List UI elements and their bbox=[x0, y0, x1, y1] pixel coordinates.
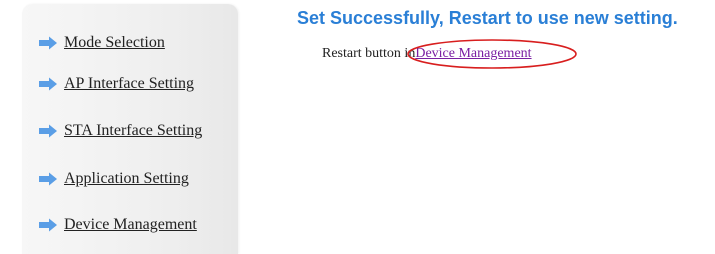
arrow-right-icon bbox=[39, 172, 57, 186]
arrow-right-icon bbox=[39, 218, 57, 232]
annotation-highlight-ellipse bbox=[407, 39, 577, 69]
sidebar-item-sta-interface-setting[interactable]: STA Interface Setting bbox=[38, 122, 202, 140]
sidebar-menu: Mode Selection AP Interface Setting STA … bbox=[22, 4, 238, 254]
arrow-right-icon bbox=[39, 124, 57, 138]
page-title: Set Successfully, Restart to use new set… bbox=[297, 8, 678, 28]
sidebar-item-label: Mode Selection bbox=[64, 34, 165, 51]
sidebar-item-label: Device Management bbox=[64, 216, 197, 233]
sidebar-item-ap-interface-setting[interactable]: AP Interface Setting bbox=[38, 75, 194, 93]
sidebar-item-label: Application Setting bbox=[64, 170, 189, 187]
sidebar-item-device-management[interactable]: Device Management bbox=[38, 216, 197, 234]
arrow-right-icon bbox=[39, 77, 57, 91]
restart-instruction-text: Restart button in bbox=[322, 46, 416, 61]
sidebar-item-label: STA Interface Setting bbox=[64, 122, 203, 139]
sidebar-item-label: AP Interface Setting bbox=[64, 75, 195, 92]
sidebar-item-application-setting[interactable]: Application Setting bbox=[38, 170, 189, 188]
arrow-right-icon bbox=[39, 36, 57, 50]
sidebar-item-mode-selection[interactable]: Mode Selection bbox=[38, 34, 165, 52]
